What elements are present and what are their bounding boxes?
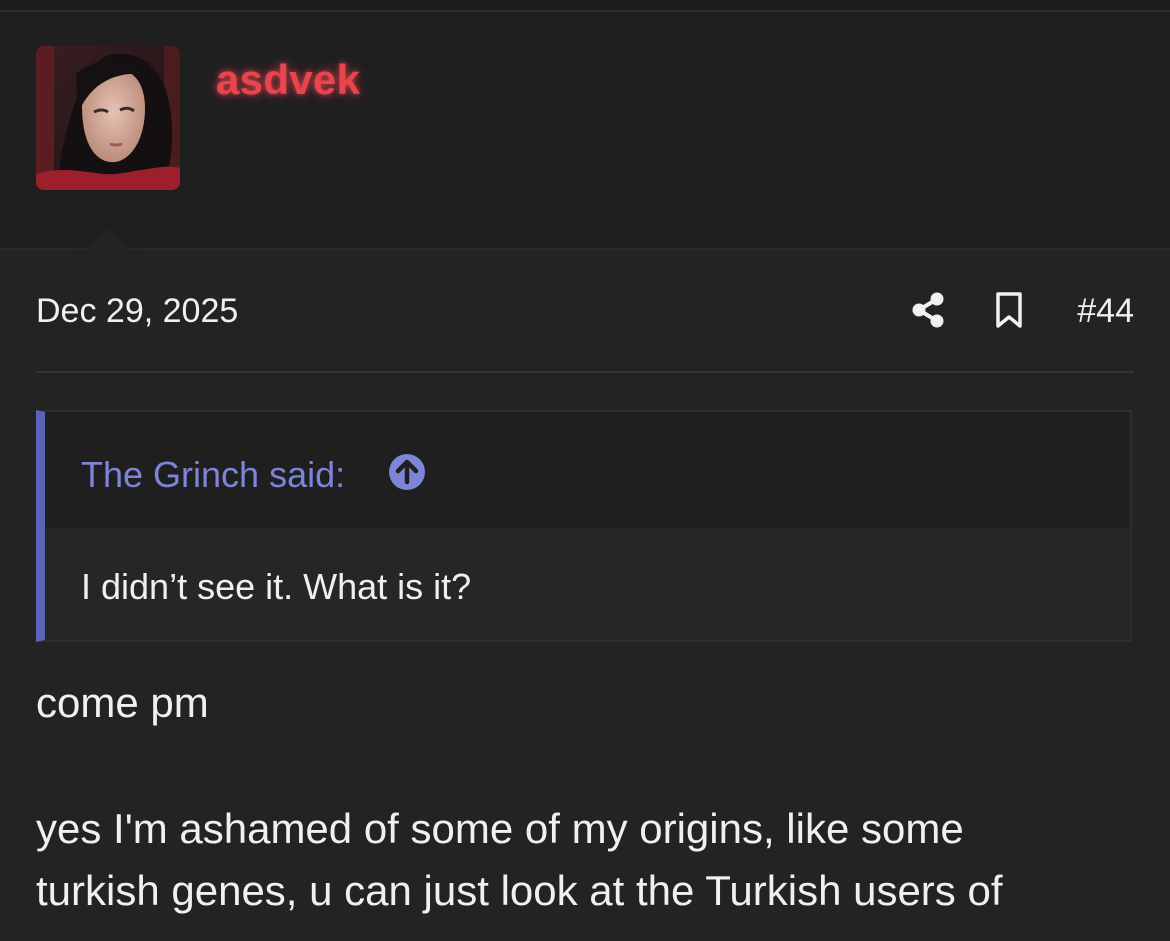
share-icon[interactable] <box>910 290 946 330</box>
post-date[interactable]: Dec 29, 2025 <box>36 292 238 331</box>
username-link[interactable]: asdvek <box>216 56 360 104</box>
arrow-up-circle-icon[interactable] <box>387 452 427 492</box>
post-meta-row: Dec 29, 2025 #44 <box>36 286 1134 340</box>
quote-attribution[interactable]: The Grinch said: <box>81 454 345 496</box>
post-body: come pm yes I'm ashamed of some of my or… <box>36 672 1134 922</box>
avatar[interactable] <box>36 46 180 190</box>
quote-block: The Grinch said: I didn’t see it. What i… <box>36 410 1132 642</box>
post-number-link[interactable]: #44 <box>1077 292 1134 331</box>
header-pointer <box>72 228 144 262</box>
post-user-header: asdvek <box>0 12 1170 262</box>
top-bar <box>0 0 1170 12</box>
quote-header: The Grinch said: <box>45 412 1130 528</box>
post-text-line: turkish genes, u can just look at the Tu… <box>36 867 1003 914</box>
divider <box>36 371 1134 373</box>
post-text-line: come pm <box>36 679 209 726</box>
avatar-image <box>36 46 180 190</box>
quote-body: I didn’t see it. What is it? <box>81 566 472 607</box>
post-text-line: yes I'm ashamed of some of my origins, l… <box>36 805 964 852</box>
bookmark-icon[interactable] <box>994 290 1024 330</box>
